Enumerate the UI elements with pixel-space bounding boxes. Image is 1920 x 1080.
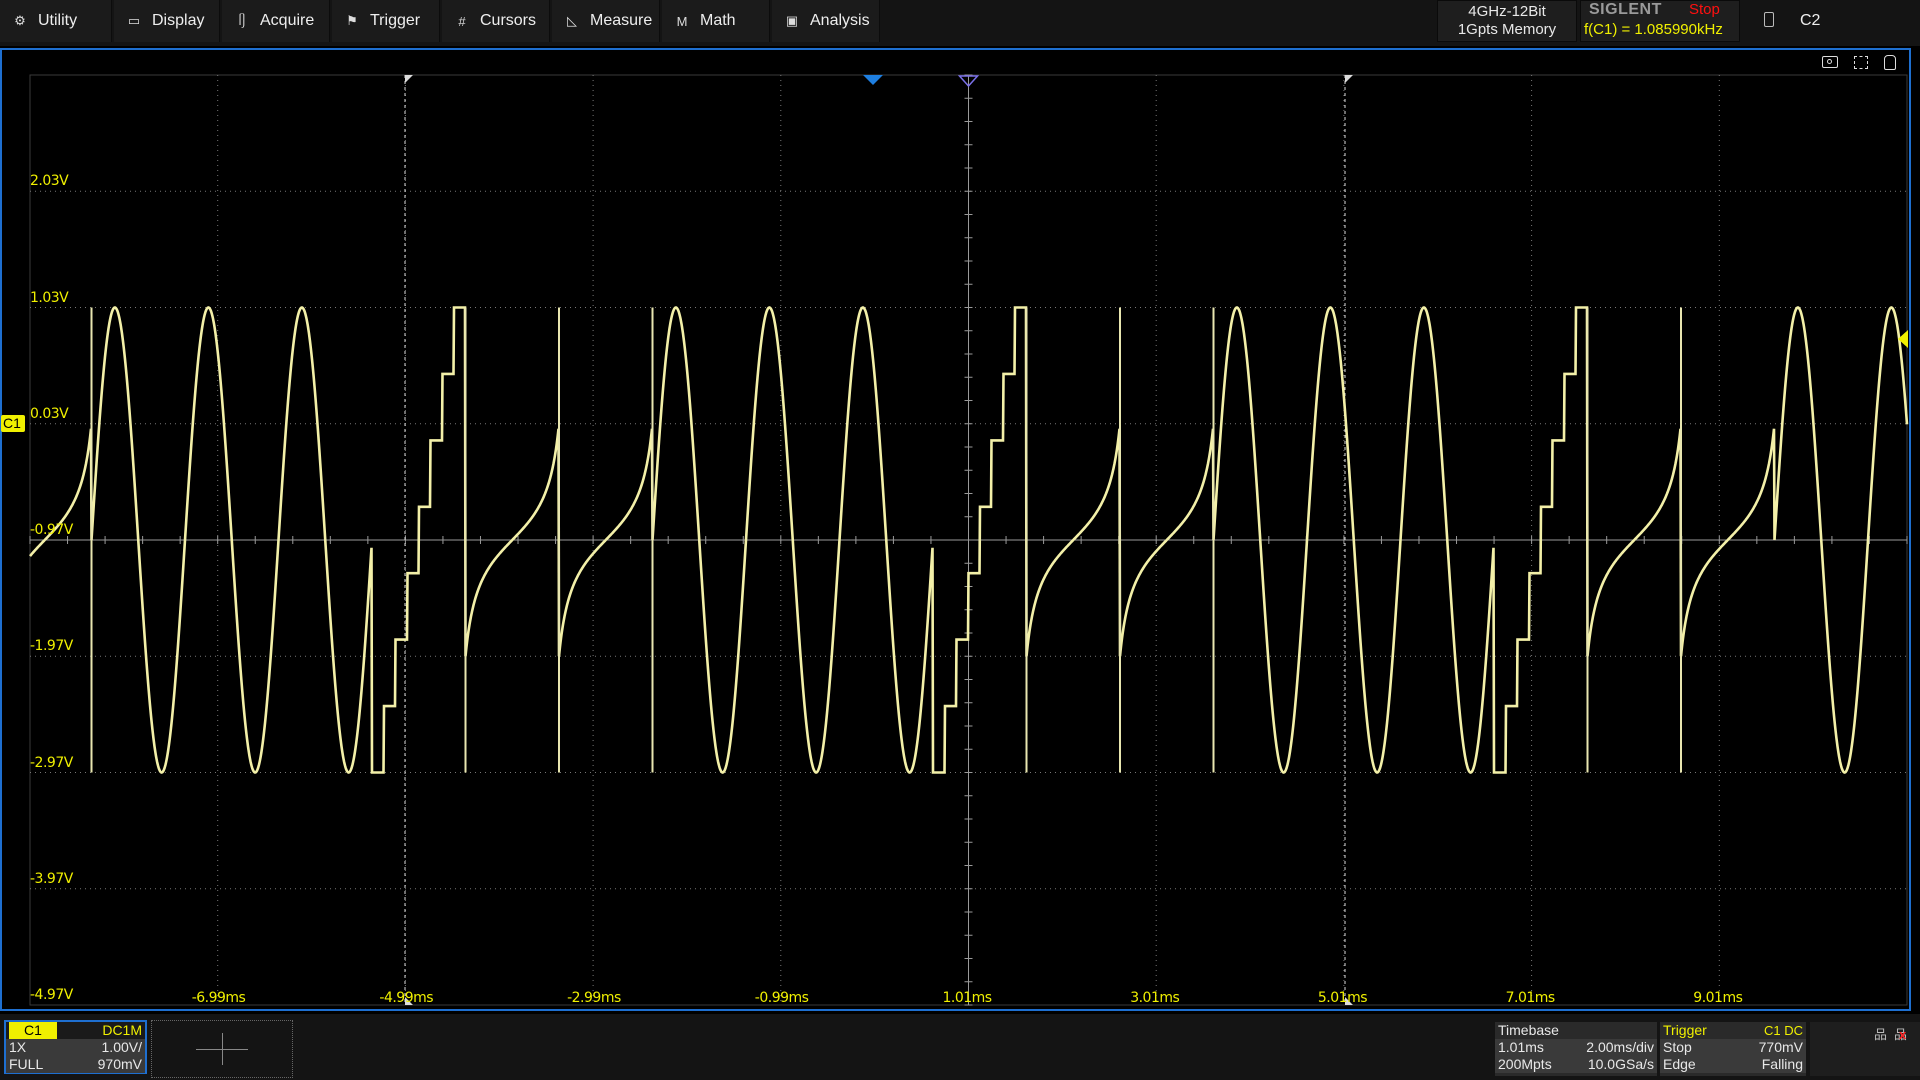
probe-ratio: 1X [9, 1039, 27, 1055]
trigger-level: 770mV [1758, 1039, 1803, 1055]
x-axis-label: -4.99ms [379, 990, 434, 1006]
timebase-delay: 1.01ms [1498, 1039, 1544, 1055]
trigger-level-arrow[interactable] [1898, 330, 1908, 348]
x-axis-label: 9.01ms [1693, 990, 1743, 1006]
y-axis-label: -2.97V [30, 754, 73, 771]
y-axis-label: -3.97V [30, 870, 73, 887]
vertical-offset: 970mV [97, 1056, 142, 1072]
trigger-panel[interactable]: Trigger C1 DC Stop 770mV Edge Falling [1660, 1022, 1806, 1076]
network-disconnected-icon: 品x [1894, 1027, 1908, 1042]
timebase-scale: 2.00ms/div [1586, 1039, 1654, 1055]
channel-c1-panel[interactable]: C1 DC1M 1X 1.00V/ FULL 970mV [4, 1020, 147, 1074]
x-axis-label: 7.01ms [1505, 990, 1556, 1006]
bandwidth-limit: FULL [9, 1056, 44, 1072]
channel-name: C1 [9, 1022, 57, 1039]
channel-marker[interactable]: C1 [1, 415, 25, 432]
sample-rate: 10.0GSa/s [1587, 1056, 1654, 1072]
cursor-marker-top [405, 75, 413, 83]
network-panel[interactable]: 品 品x [1810, 1022, 1920, 1076]
x-axis-label: -0.99ms [754, 990, 809, 1006]
timebase-panel[interactable]: Timebase 1.01ms 2.00ms/div 200Mpts 10.0GSa… [1495, 1022, 1657, 1076]
x-axis-label: 5.01ms [1317, 990, 1368, 1006]
trigger-title: Trigger [1663, 1022, 1707, 1038]
cursor-marker-top [1345, 75, 1353, 83]
trigger-position-marker [863, 75, 883, 85]
y-axis-label: -4.97V [30, 987, 73, 1003]
bottom-info-bar: C1 DC1M 1X 1.00V/ FULL 970mV Timebase 1.01… [0, 1014, 1920, 1080]
y-axis-label: -1.97V [30, 638, 73, 655]
network-icon: 品 [1874, 1027, 1888, 1042]
channel-coupling: DC1M [102, 1022, 142, 1038]
y-axis-label: -0.97V [30, 522, 73, 538]
trigger-state: Stop [1663, 1039, 1692, 1055]
trigger-type: Edge [1663, 1056, 1696, 1072]
add-channel-button[interactable] [151, 1020, 293, 1078]
timebase-title: Timebase [1498, 1022, 1559, 1038]
x-axis-label: -2.99ms [567, 990, 621, 1006]
channel-marker-label: C1 [3, 415, 21, 431]
x-axis-label: -6.99ms [191, 990, 246, 1006]
vertical-scale: 1.00V/ [101, 1039, 142, 1055]
graticule-and-trace [29, 74, 1909, 1006]
x-axis-label: 1.01ms [942, 990, 993, 1006]
trigger-source: C1 DC [1763, 1023, 1803, 1038]
y-axis-label: 0.03V [30, 405, 69, 422]
x-axis-label: 3.01ms [1130, 990, 1180, 1006]
y-axis-label: 1.03V [30, 289, 69, 306]
trigger-slope: Falling [1761, 1056, 1803, 1072]
memory-depth: 200Mpts [1498, 1056, 1552, 1072]
y-axis-label: 2.03V [30, 173, 69, 190]
